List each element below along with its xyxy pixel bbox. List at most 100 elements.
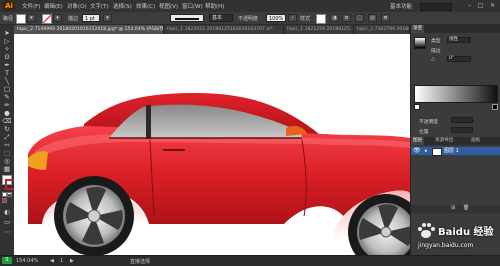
gradient-thumbnail[interactable] [414,37,426,49]
blob-brush-tool-icon[interactable]: ● [1,109,13,117]
status-bar: S 154.04% ◀ 1 ▶ 直接选择 [0,255,500,266]
rotate-tool-icon[interactable]: ↻ [1,125,13,133]
tab-gradient[interactable]: 渐变 [411,25,425,33]
document-tab[interactable]: hipic_1 1821259 20180125... [284,25,354,34]
recolor-artwork-button[interactable]: ◑ [330,14,339,22]
pen-tool-icon[interactable]: ✒ [1,61,13,69]
opacity-dropdown[interactable]: › [288,14,297,22]
direct-selection-tool-icon[interactable]: ▷ [1,37,13,45]
gradient-angle-label: △ [431,57,435,62]
menu-object[interactable]: 对象(O) [67,2,87,10]
new-layer-icon[interactable]: ⊞ [451,205,455,211]
isolate-button[interactable]: ◎ [368,14,377,22]
screen-mode-icon[interactable]: ▭ [1,218,13,226]
gradient-angle-field[interactable]: 0° [447,56,471,62]
stroke-dropdown-button[interactable]: ▾ [53,14,62,22]
align-button[interactable]: ≡ [342,14,351,22]
workspace-switcher[interactable]: 基本功能 [390,2,412,10]
style-label: 样式 [300,16,311,22]
tools-panel: ◐ ▭ ⋯ ➤ ▷ ✧ ʘ ✒ T ╲ □ ✎ ✏ ● ⌫ ↻ ⤢ ⇿ ⬚ ◎ ▦ [0,25,16,255]
gradient-type-label: 类型 [431,39,441,44]
tab-asset-export[interactable]: 资源导出 [433,137,455,145]
pencil-tool-icon[interactable]: ✏ [1,101,13,109]
lasso-tool-icon[interactable]: ʘ [1,53,13,61]
stroke-width-dropdown[interactable]: ▾ [103,14,112,22]
gradient-panel-tabs: 渐变 [411,25,500,33]
none-mode-icon[interactable] [2,198,7,203]
tab-artboards[interactable]: 画板 [469,137,482,145]
car-illustration[interactable] [14,34,410,255]
panel-menu-button[interactable]: ≣ [381,14,390,22]
magic-wand-tool-icon[interactable]: ✧ [1,45,13,53]
brush-definition-dropdown[interactable]: 基本 [209,14,233,22]
delete-layer-icon[interactable]: 🗑 [463,205,469,211]
gradient-stop-end[interactable] [492,104,498,110]
paintbrush-tool-icon[interactable]: ✎ [1,93,13,101]
perspective-grid-tool-icon[interactable]: ▦ [1,165,13,173]
prev-artboard-button[interactable]: ◀ [50,258,54,264]
width-tool-icon[interactable]: ⇿ [1,141,13,149]
transform-button[interactable]: ⬚ [355,14,364,22]
menu-help[interactable]: 帮助(H) [205,2,224,10]
stroke-color-swatch[interactable] [42,14,52,24]
gradient-slider[interactable] [414,85,498,103]
stroke-width-field[interactable]: 1 pt [82,14,100,22]
baidu-paw-logo [418,223,435,238]
fill-color-swatch[interactable] [16,14,26,24]
close-button[interactable]: ✕ [488,1,497,10]
gradient-stop-start[interactable] [414,104,420,110]
visibility-eye-icon[interactable]: 👁 [413,147,421,155]
artboard-number[interactable]: 1 [60,258,63,264]
menu-file[interactable]: 文件(F) [22,2,40,10]
menu-view[interactable]: 视图(V) [159,2,178,10]
menu-select[interactable]: 选择(S) [113,2,132,10]
gradient-opacity-field[interactable] [451,117,473,123]
control-bar: 路径 ▾ ▾ 描边 1 pt ▾ 基本 不透明度 100% › 样式 ◑ ≡ ⬚… [0,12,500,25]
type-tool-icon[interactable]: T [1,69,13,77]
artboard-canvas[interactable] [14,34,410,255]
eraser-tool-icon[interactable]: ⌫ [1,117,13,125]
menu-edit[interactable]: 编辑(E) [44,2,63,10]
maximize-button[interactable]: □ [476,1,485,10]
document-tab-active[interactable]: hipic_2 7149969 20180201016152418.jpg* @… [14,25,164,34]
expand-arrow-icon[interactable]: ▸ [425,147,428,155]
search-field[interactable] [420,3,452,11]
watermark-text: Baidu 经验 [438,227,494,238]
free-transform-tool-icon[interactable]: ⬚ [1,149,13,157]
gradient-opacity-label: 不透明度 [419,120,439,125]
tab-layers[interactable]: 图层 [411,137,425,145]
next-artboard-button[interactable]: ▶ [70,258,74,264]
layer-row[interactable]: 👁 ▸ 图层 1 [411,147,500,156]
layers-footer: ⊞ 🗑 [411,205,500,213]
selection-tool-icon[interactable]: ➤ [1,29,13,37]
menu-window[interactable]: 窗口(W) [182,2,203,10]
menu-bar: Ai 文件(F) 编辑(E) 对象(O) 文字(T) 选择(S) 效果(C) 视… [0,0,500,12]
zoom-level[interactable]: 154.04% [16,258,38,264]
draw-mode-icon[interactable]: ◐ [1,208,13,216]
minimize-button[interactable]: – [465,1,474,10]
scale-tool-icon[interactable]: ⤢ [1,133,13,141]
graphic-style-swatch[interactable] [316,14,326,24]
gradient-type-dropdown[interactable]: 线性 [447,37,471,43]
gradient-stroke-label: 描边 [431,49,441,54]
document-tab[interactable]: hipic_2 7262799 20180... [354,25,410,34]
layer-name[interactable]: 图层 1 [444,147,459,155]
stroke-label: 描边 [68,16,79,22]
document-tab[interactable]: hipic_1 1822022 20180125183016163707.ai* [164,25,284,34]
menu-type[interactable]: 文字(T) [90,2,109,10]
front-wheel [54,176,134,255]
line-tool-icon[interactable]: ╲ [1,77,13,85]
more-tools-icon[interactable]: ⋯ [1,228,13,236]
gradient-mode-icon[interactable] [7,192,12,197]
shape-builder-tool-icon[interactable]: ◎ [1,157,13,165]
opacity-field[interactable]: 100% [266,14,286,22]
rectangle-tool-icon[interactable]: □ [1,85,13,93]
document-tab-bar: hipic_2 7149969 20180201016152418.jpg* @… [14,25,410,34]
fill-dropdown-button[interactable]: ▾ [27,14,36,22]
baidu-jingyan-watermark: Baidu 经验 jingyan.baidu.com [414,218,498,253]
none-slash-icon [43,15,51,23]
layers-panel-tabs: 图层 资源导出 画板 [411,137,500,145]
variable-width-profile[interactable] [170,14,204,22]
gradient-location-field[interactable] [451,127,473,133]
menu-effect[interactable]: 效果(C) [136,2,155,10]
